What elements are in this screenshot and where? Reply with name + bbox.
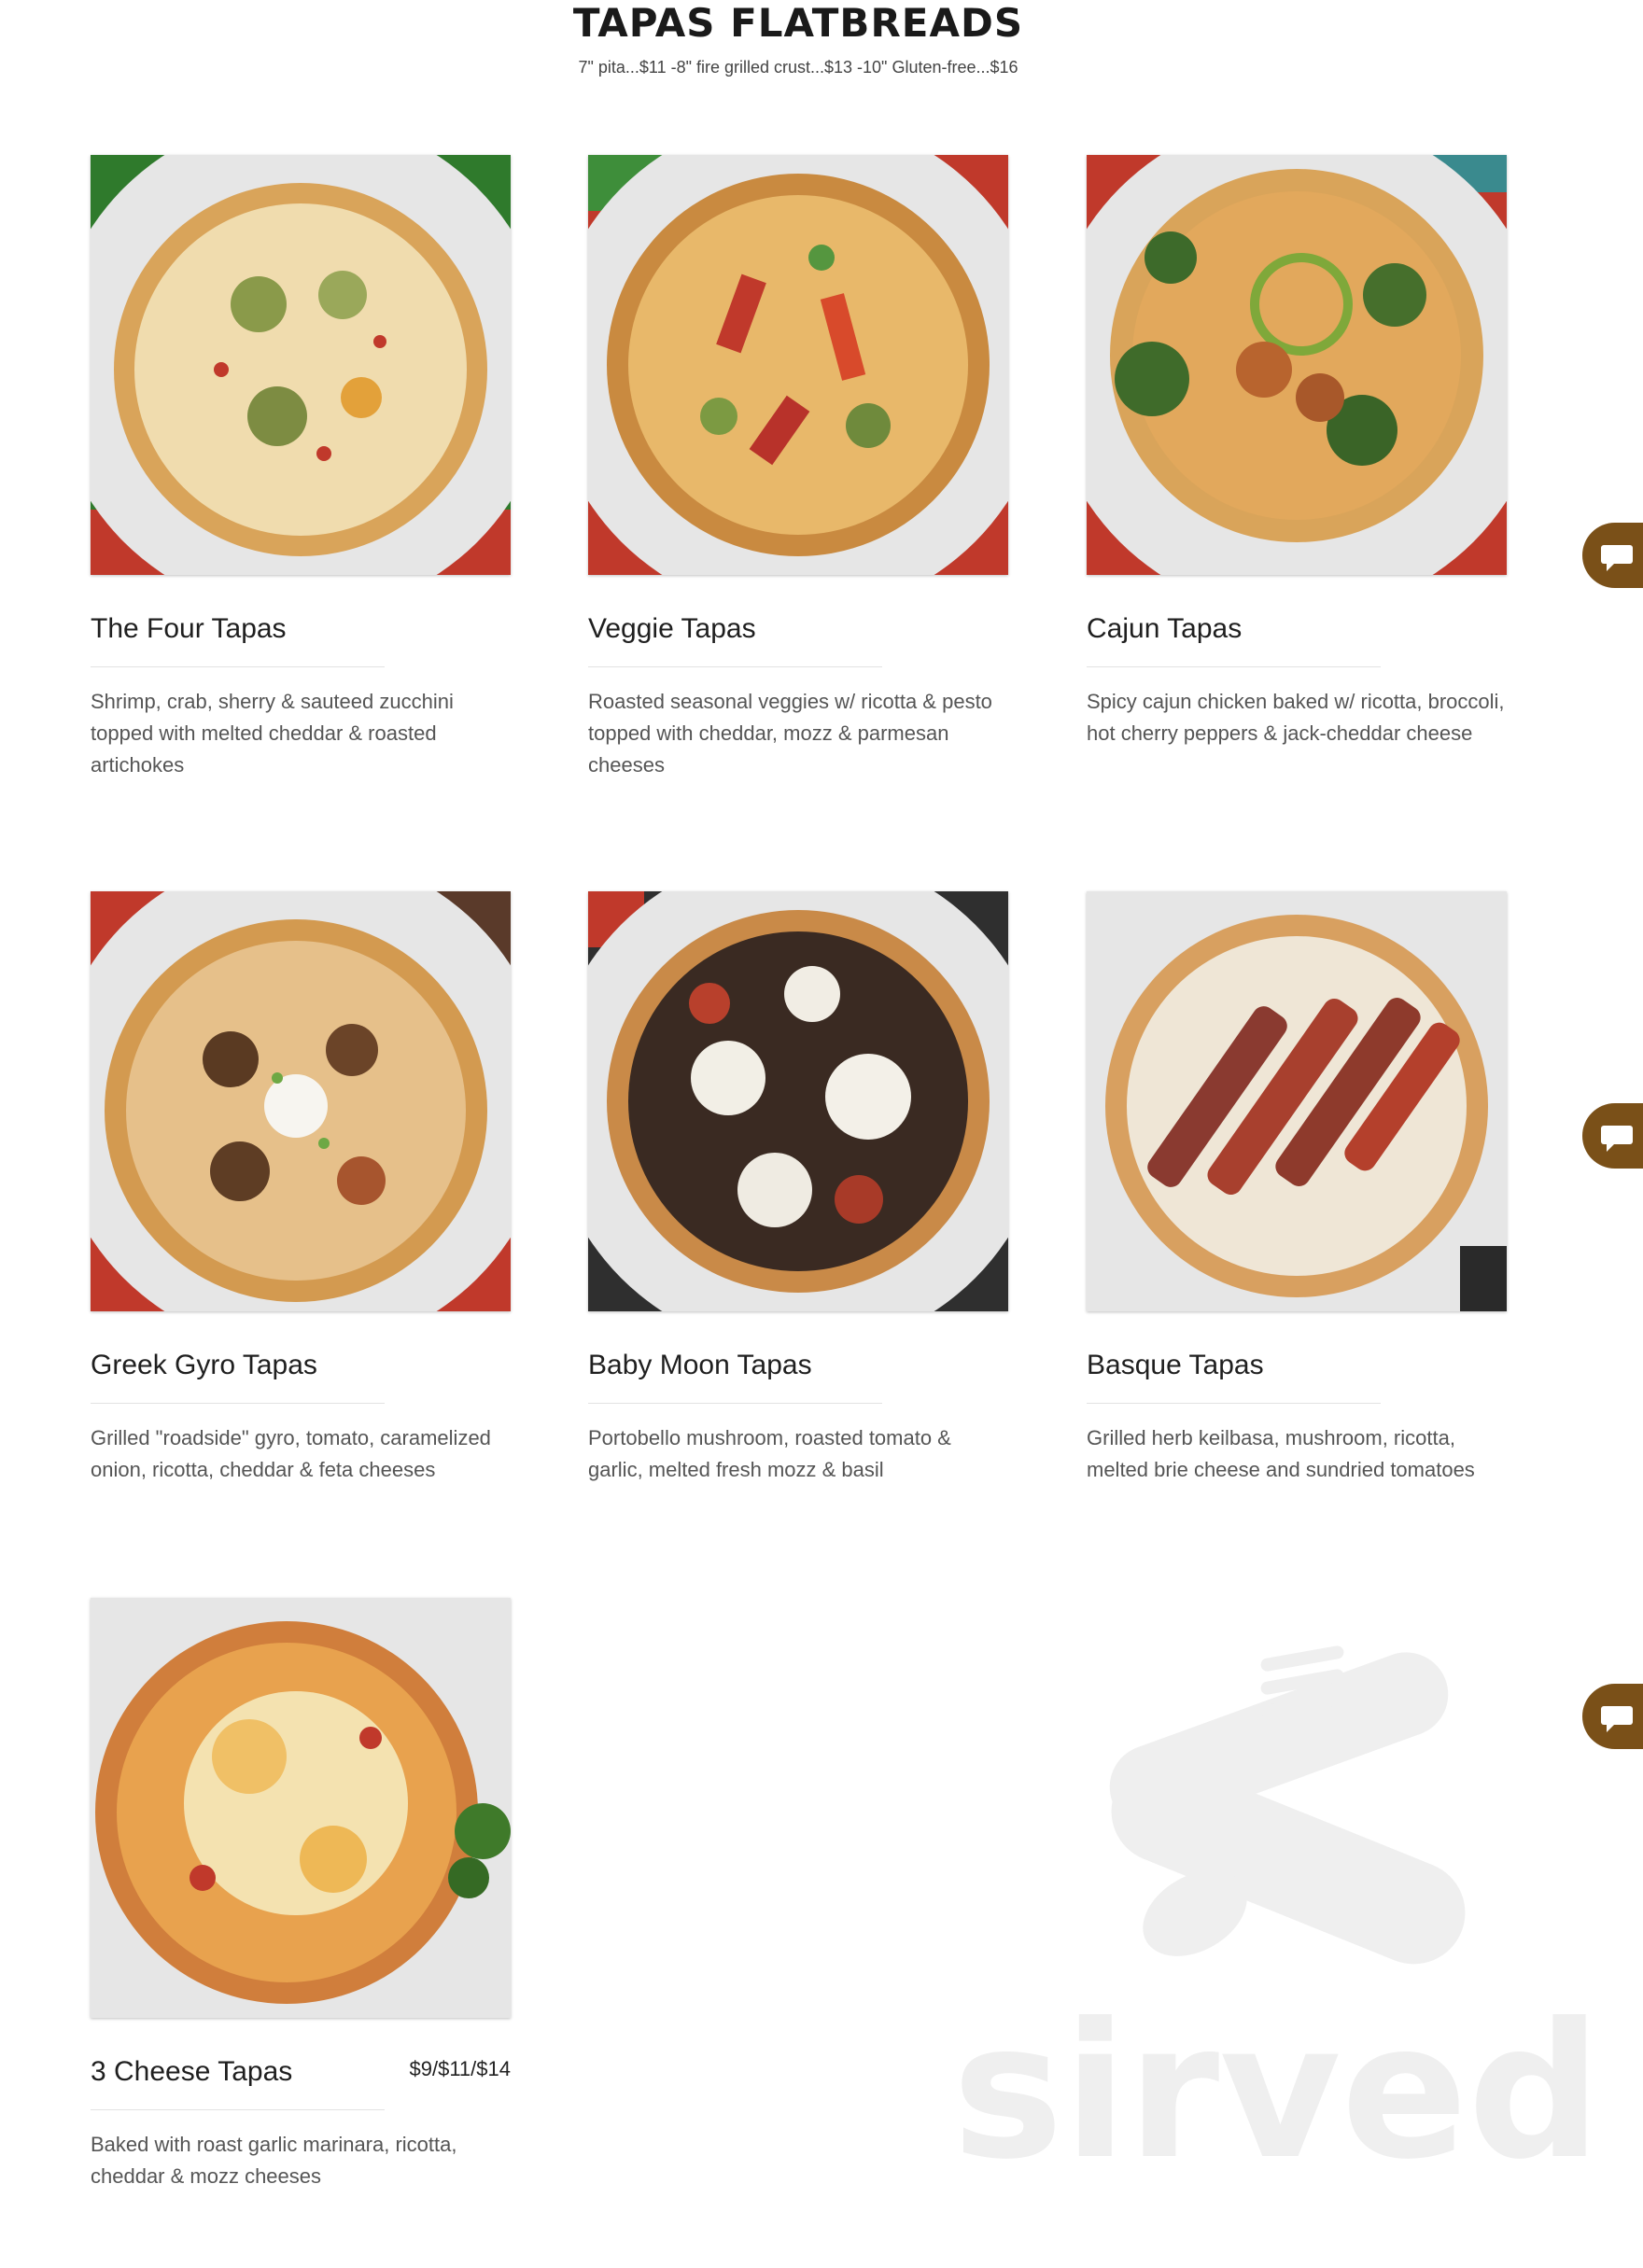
size-pricing-note: 7" pita...$11 -8" fire grilled crust...$… xyxy=(578,58,1018,77)
item-description: Shrimp, crab, sherry & sauteed zucchini … xyxy=(91,690,454,777)
chat-button[interactable] xyxy=(1582,1103,1643,1169)
watermark-text: sirved xyxy=(952,1983,1587,2184)
item-name: Veggie Tapas xyxy=(588,613,756,644)
item-description: Grilled "roadside" gyro, tomato, caramel… xyxy=(91,1426,491,1481)
item-price: $9/$11/$14 xyxy=(409,2057,511,2080)
item-description: Roasted seasonal veggies w/ ricotta & pe… xyxy=(588,690,992,777)
chat-bubble-icon xyxy=(1601,1706,1633,1732)
food-photo xyxy=(588,155,1008,575)
food-photo xyxy=(91,1598,511,2018)
menu-item-card[interactable]: Greek Gyro Tapas Grilled "roadside" gyro… xyxy=(91,891,511,1486)
food-photo xyxy=(588,891,1008,1311)
menu-item-card[interactable]: Baby Moon Tapas Portobello mushroom, roa… xyxy=(588,891,1008,1486)
item-name: Baby Moon Tapas xyxy=(588,1350,812,1380)
divider xyxy=(91,2109,385,2110)
item-description: Spicy cajun chicken baked w/ ricotta, br… xyxy=(1087,690,1505,745)
sirved-watermark: sirved xyxy=(952,1624,1601,2201)
item-name: The Four Tapas xyxy=(91,613,287,644)
divider xyxy=(91,1403,385,1404)
food-photo xyxy=(91,155,511,575)
item-name: Greek Gyro Tapas xyxy=(91,1350,317,1380)
food-photo xyxy=(1087,891,1507,1311)
fork-knife-spoon-icon xyxy=(1109,1645,1466,1965)
food-photo xyxy=(1087,155,1507,575)
divider xyxy=(588,1403,882,1404)
menu-item-card[interactable]: 3 Cheese Tapas $9/$11/$14 Baked with roa… xyxy=(91,1598,511,2192)
item-name: Cajun Tapas xyxy=(1087,613,1243,644)
divider xyxy=(1087,666,1381,667)
item-name: Basque Tapas xyxy=(1087,1350,1264,1380)
food-photo xyxy=(91,891,511,1311)
divider xyxy=(588,666,882,667)
menu-item-card[interactable]: Cajun Tapas Spicy cajun chicken baked w/… xyxy=(1087,155,1507,749)
chat-button[interactable] xyxy=(1582,1684,1643,1749)
item-description: Baked with roast garlic marinara, ricott… xyxy=(91,2133,457,2188)
chat-bubble-icon xyxy=(1601,545,1633,571)
menu-item-card[interactable]: The Four Tapas Shrimp, crab, sherry & sa… xyxy=(91,155,511,781)
divider xyxy=(91,666,385,667)
chat-bubble-icon xyxy=(1601,1126,1633,1152)
menu-item-card[interactable]: Basque Tapas Grilled herb keilbasa, mush… xyxy=(1087,891,1507,1486)
menu-item-card[interactable]: Veggie Tapas Roasted seasonal veggies w/… xyxy=(588,155,1008,781)
item-description: Grilled herb keilbasa, mushroom, ricotta… xyxy=(1087,1426,1475,1481)
page-title: TAPAS FLATBREADS xyxy=(572,0,1024,46)
item-description: Portobello mushroom, roasted tomato & ga… xyxy=(588,1426,951,1481)
chat-button[interactable] xyxy=(1582,523,1643,588)
divider xyxy=(1087,1403,1381,1404)
